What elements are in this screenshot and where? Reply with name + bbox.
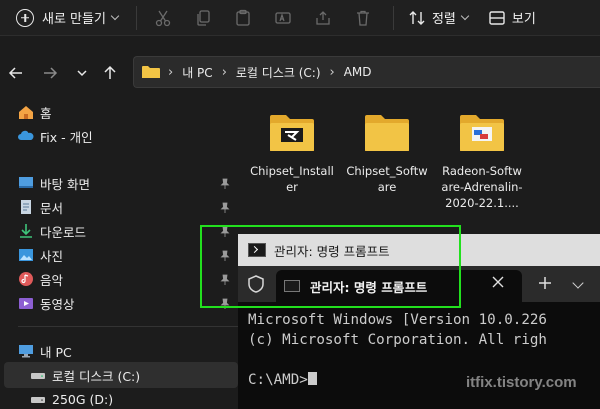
sidebar-item-documents[interactable]: 문서 <box>18 196 63 218</box>
view-button[interactable]: 보기 <box>488 8 536 27</box>
pin-icon[interactable] <box>219 178 231 190</box>
breadcrumb-chevron-icon: › <box>221 64 227 80</box>
rename-icon[interactable] <box>263 3 303 33</box>
file-name: Chipset_Software <box>346 164 428 194</box>
sidebar-item-label: 250G (D:) <box>52 391 114 407</box>
arrow-right-icon <box>44 67 58 79</box>
toolbar-divider <box>392 5 394 30</box>
file-item[interactable]: Radeon-Software-Adrenalin-2020-22.1.... <box>440 113 524 211</box>
navigation-bar: › 내 PC › 로컬 디스크 (C:) › AMD <box>0 37 600 107</box>
drive-icon <box>30 391 46 407</box>
sidebar-item-desktop[interactable]: 바탕 화면 <box>18 172 90 194</box>
sidebar-item-label: 다운로드 <box>40 224 87 240</box>
sidebar-item-label: 내 PC <box>40 344 72 360</box>
view-icon <box>489 10 505 25</box>
plus-icon[interactable] <box>538 276 552 290</box>
breadcrumb-local-disk[interactable]: 로컬 디스크 (C:) <box>236 64 321 81</box>
file-item[interactable]: Chipset_Software <box>345 113 429 195</box>
new-button[interactable]: 새로 만들기 <box>8 3 126 33</box>
back-button[interactable] <box>4 61 28 85</box>
file-name: Chipset_Installer <box>250 164 334 194</box>
sidebar-item-label: 사진 <box>40 248 64 264</box>
sidebar-item-label: 바탕 화면 <box>40 176 90 192</box>
sidebar-item-label: 문서 <box>40 200 64 216</box>
sidebar-item-onedrive[interactable]: Fix - 개인 <box>18 125 93 147</box>
music-icon <box>18 271 34 287</box>
sidebar-item-music[interactable]: 음악 <box>18 268 63 290</box>
sort-icon <box>409 10 425 25</box>
breadcrumb-amd[interactable]: AMD <box>344 65 372 79</box>
address-bar[interactable]: › 내 PC › 로컬 디스크 (C:) › AMD <box>133 56 600 88</box>
cut-icon[interactable] <box>143 3 183 33</box>
share-icon[interactable] <box>303 3 343 33</box>
chevron-down-icon <box>460 11 470 20</box>
highlight-box <box>200 225 461 308</box>
desktop-icon <box>18 175 34 191</box>
paste-icon[interactable] <box>223 3 263 33</box>
new-button-label: 새로 만들기 <box>42 12 106 27</box>
chevron-down-icon <box>77 70 87 77</box>
breadcrumb-chevron-icon: › <box>329 64 335 80</box>
copy-icon[interactable] <box>183 3 223 33</box>
console-prompt: C:\AMD> <box>248 372 308 388</box>
sort-button[interactable]: 정렬 <box>408 8 470 27</box>
cloud-icon <box>18 128 34 144</box>
chevron-down-icon[interactable] <box>572 277 584 289</box>
sidebar-item-drive-c[interactable]: 로컬 디스크 (C:) <box>30 364 140 386</box>
toolbar-divider <box>135 5 137 30</box>
breadcrumb-this-pc[interactable]: 내 PC <box>182 64 212 81</box>
sort-button-label: 정렬 <box>431 12 456 27</box>
download-icon <box>18 223 34 239</box>
sidebar-item-pictures[interactable]: 사진 <box>18 244 63 266</box>
sidebar-item-home[interactable]: 홈 <box>18 101 52 123</box>
pin-icon[interactable] <box>219 202 231 214</box>
sidebar-item-videos[interactable]: 동영상 <box>18 292 75 314</box>
console-line: (c) Microsoft Corporation. All righ <box>248 332 547 348</box>
sidebar-item-this-pc[interactable]: 내 PC <box>18 340 72 362</box>
command-bar: 새로 만들기 정렬 보기 <box>0 0 600 36</box>
sidebar-item-label: 로컬 디스크 (C:) <box>52 368 141 384</box>
installer-folder-icon <box>268 113 316 153</box>
folder-icon <box>142 66 160 78</box>
computer-icon <box>18 343 34 359</box>
file-item[interactable]: Chipset_Installer <box>250 113 334 195</box>
up-button[interactable] <box>98 61 122 85</box>
video-icon <box>18 295 34 311</box>
drive-icon <box>30 367 46 383</box>
arrow-up-icon <box>104 65 116 79</box>
picture-icon <box>18 247 34 263</box>
text-cursor <box>307 372 317 385</box>
arrow-left-icon <box>8 67 22 79</box>
document-icon <box>18 199 34 215</box>
sidebar-item-label: Fix - 개인 <box>40 129 93 145</box>
sidebar-item-label: 음악 <box>40 272 64 288</box>
sidebar-item-downloads[interactable]: 다운로드 <box>18 220 86 242</box>
delete-icon[interactable] <box>343 3 383 33</box>
recent-locations-button[interactable] <box>70 61 94 85</box>
sidebar-item-label: 동영상 <box>40 296 75 312</box>
folder-icon <box>363 113 411 153</box>
sidebar-divider <box>18 326 238 327</box>
watermark: itfix.tistory.com <box>466 374 577 391</box>
sidebar-item-label: 홈 <box>40 105 52 121</box>
radeon-folder-icon <box>458 113 506 153</box>
close-icon[interactable] <box>492 276 504 288</box>
forward-button[interactable] <box>38 61 62 85</box>
breadcrumb-chevron-icon: › <box>168 64 174 80</box>
file-name: Radeon-Software-Adrenalin-2020-22.1.... <box>441 164 523 210</box>
home-icon <box>18 104 34 120</box>
console-line: Microsoft Windows [Version 10.0.226 <box>248 312 547 328</box>
plus-icon <box>16 8 34 27</box>
view-button-label: 보기 <box>511 12 536 27</box>
chevron-down-icon <box>110 11 120 20</box>
sidebar-item-drive-d[interactable]: 250G (D:) <box>30 388 113 409</box>
